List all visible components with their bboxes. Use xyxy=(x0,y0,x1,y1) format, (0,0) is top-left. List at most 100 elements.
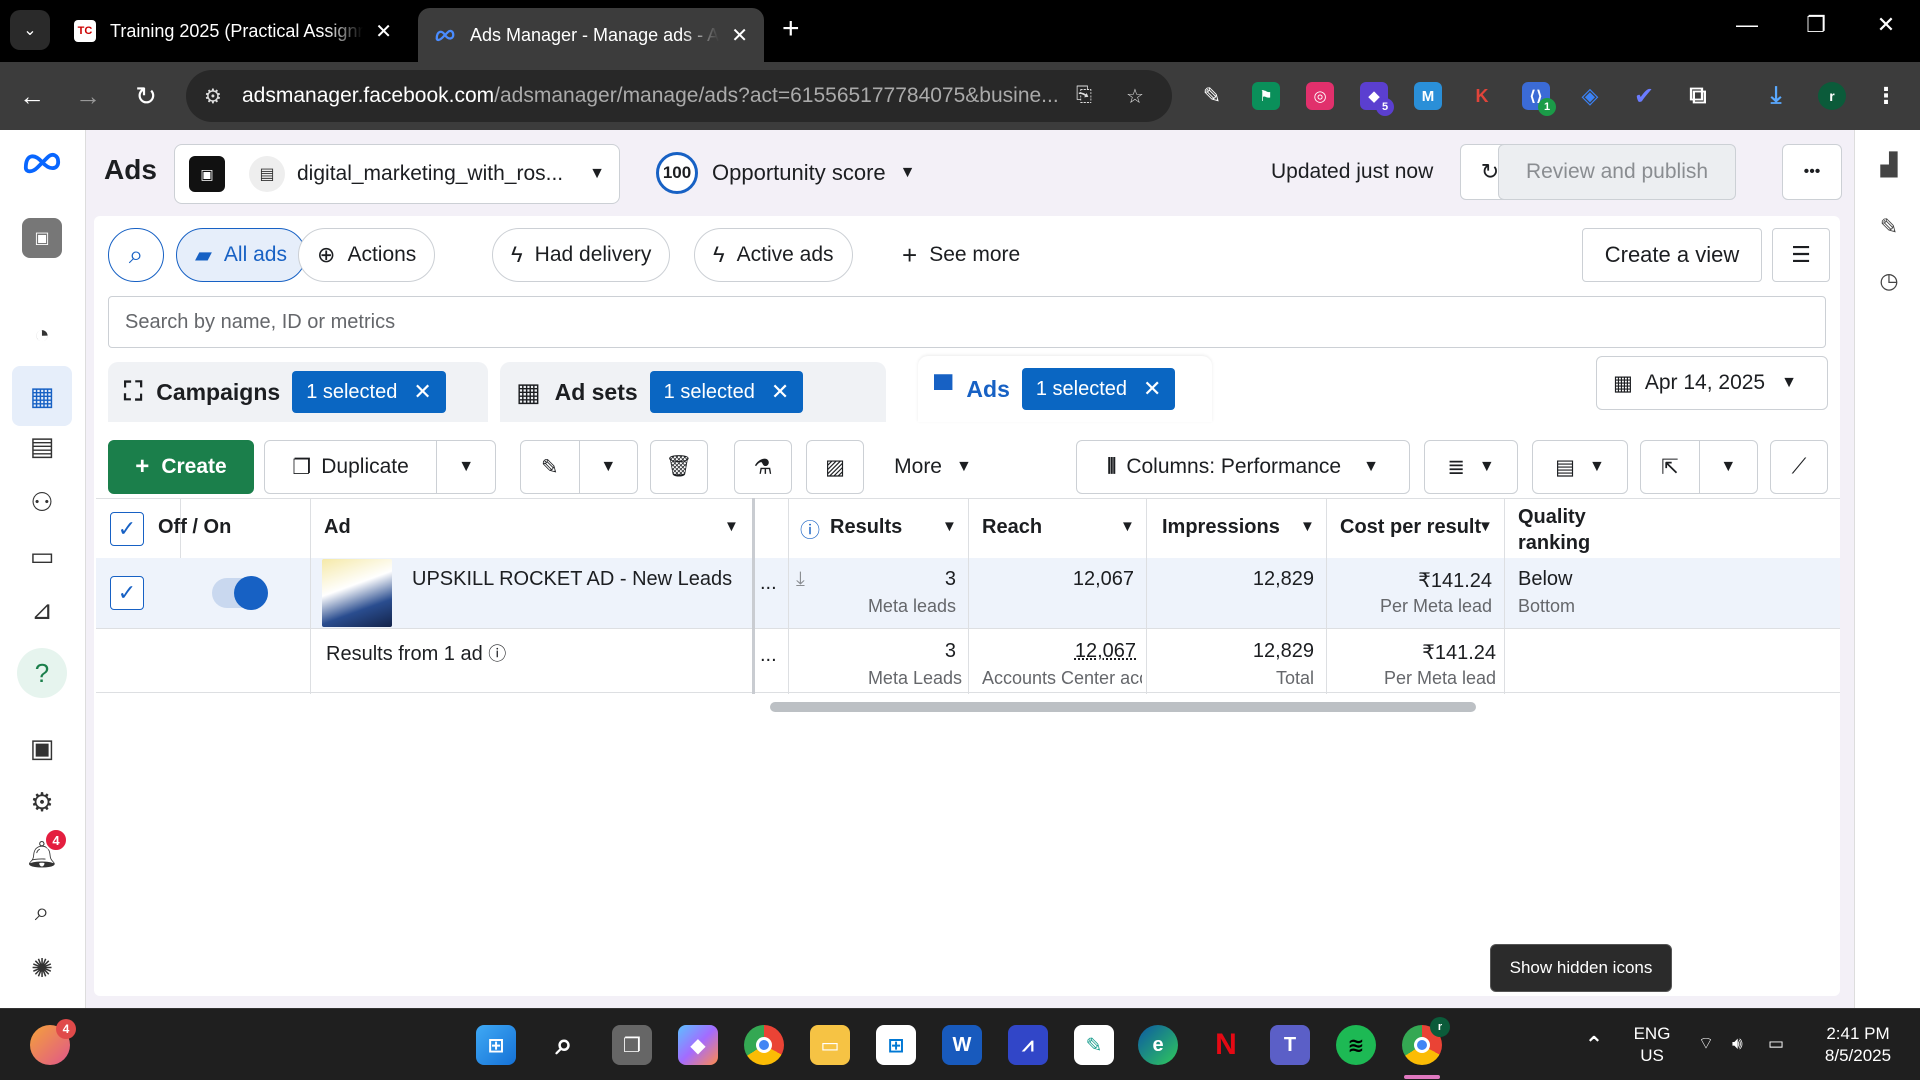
copilot-app-icon[interactable]: ◆ xyxy=(678,1025,718,1065)
media-button[interactable]: ▨ xyxy=(806,440,864,494)
col-header-results[interactable]: Results xyxy=(830,516,902,539)
browser-menu-icon[interactable]: ⋮ xyxy=(1872,82,1900,110)
ad-thumbnail[interactable] xyxy=(322,559,392,627)
summary-reach-value[interactable]: 12,067 xyxy=(976,640,1136,663)
teams-icon[interactable]: T xyxy=(1270,1025,1310,1065)
breakdown-dropdown[interactable]: ≣ ▼ xyxy=(1424,440,1518,494)
profile-avatar[interactable]: r xyxy=(1818,82,1846,110)
browser-tab-ads-manager[interactable]: Ads Manager - Manage ads - A ✕ xyxy=(418,8,764,62)
caret-down-icon[interactable]: ▼ xyxy=(1120,518,1135,535)
chrome-icon[interactable] xyxy=(744,1025,784,1065)
columns-dropdown[interactable]: ⦀ Columns: Performance ▼ xyxy=(1076,440,1410,494)
language-indicator[interactable]: ENG US xyxy=(1626,1023,1678,1067)
browser-tab-training[interactable]: TC Training 2025 (Practical Assignm ✕ xyxy=(58,8,408,54)
minimize-icon[interactable]: — xyxy=(1727,12,1767,38)
adsets-selected-chip[interactable]: 1 selected ✕ xyxy=(649,371,804,413)
bug-report-icon[interactable]: ✺ xyxy=(22,948,62,988)
meta-logo-icon[interactable] xyxy=(22,142,62,182)
history-clock-icon[interactable]: ◷ xyxy=(1875,268,1903,294)
info-icon[interactable]: ⓘ xyxy=(488,644,506,664)
campaigns-table-icon[interactable]: ▦ xyxy=(12,366,72,426)
clear-selection-icon[interactable]: ✕ xyxy=(1143,376,1161,402)
reports-icon[interactable]: ▤ xyxy=(22,426,62,466)
pages-icon[interactable]: ▣ xyxy=(22,728,62,768)
more-button[interactable]: More ▼ xyxy=(878,440,988,494)
back-icon[interactable]: ← xyxy=(14,80,50,112)
m-extension-icon[interactable]: M xyxy=(1414,82,1442,110)
pencil-icon[interactable]: ✎ xyxy=(1875,214,1903,240)
see-more-button[interactable]: + See more xyxy=(884,228,1039,282)
account-avatar-icon[interactable]: ▣ xyxy=(22,218,62,258)
col-header-reach[interactable]: Reach xyxy=(982,516,1042,539)
extensions-puzzle-icon[interactable]: ⧉ xyxy=(1684,82,1712,110)
charts-button[interactable]: ⟋ xyxy=(1770,440,1828,494)
row-checkbox[interactable]: ✓ xyxy=(110,576,144,610)
had-delivery-filter[interactable]: ϟ Had delivery xyxy=(492,228,671,282)
filter-settings-button[interactable]: ☰ xyxy=(1772,228,1830,282)
volume-icon[interactable]: 🔊︎ xyxy=(1732,1033,1743,1055)
tab-ad-sets[interactable]: ▦ Ad sets 1 selected ✕ xyxy=(500,362,886,422)
active-ads-filter[interactable]: ϟ Active ads xyxy=(694,228,853,282)
restore-icon[interactable]: ❐ xyxy=(1796,12,1836,38)
export-button[interactable]: ⇱ xyxy=(1641,441,1699,493)
tab-search-chevron-icon[interactable]: ⌄ xyxy=(10,10,50,50)
search-icon[interactable]: ⌕ xyxy=(22,892,62,932)
forward-icon[interactable]: → xyxy=(70,80,106,112)
download-icon[interactable]: ⤓ xyxy=(1762,82,1790,110)
address-bar[interactable]: ⚙ adsmanager.facebook.com/adsmanager/man… xyxy=(186,70,1172,122)
more-options-button[interactable]: ••• xyxy=(1782,144,1842,200)
close-window-icon[interactable]: ✕ xyxy=(1866,12,1906,38)
edit-dropdown[interactable]: ▼ xyxy=(579,441,637,493)
clock[interactable]: 2:41 PM 8/5/2025 xyxy=(1816,1023,1900,1067)
horizontal-scrollbar[interactable] xyxy=(770,702,1476,712)
green-extension-icon[interactable]: ⚑ xyxy=(1252,82,1280,110)
duplicate-button[interactable]: ❐ Duplicate xyxy=(265,441,436,493)
code-extension-icon[interactable]: ⟨⟩ 1 xyxy=(1522,82,1556,116)
caret-down-icon[interactable]: ▼ xyxy=(724,518,739,535)
math-app-icon[interactable]: ⩘ xyxy=(1008,1025,1048,1065)
create-button[interactable]: + Create xyxy=(108,440,254,494)
create-view-button[interactable]: Create a view xyxy=(1582,228,1762,282)
review-and-publish-button[interactable]: Review and publish xyxy=(1498,144,1736,200)
close-tab-icon[interactable]: ✕ xyxy=(731,23,748,48)
ab-test-button[interactable]: ⚗ xyxy=(734,440,792,494)
notifications-bell-icon[interactable]: 🔔︎ 4 xyxy=(22,828,68,874)
ad-on-off-toggle[interactable] xyxy=(212,576,268,610)
k-extension-icon[interactable]: K xyxy=(1468,82,1496,110)
eyedropper-extension-icon[interactable]: ✎ xyxy=(1198,82,1226,110)
duplicate-dropdown[interactable]: ▼ xyxy=(437,441,495,493)
close-tab-icon[interactable]: ✕ xyxy=(375,19,392,44)
audiences-icon[interactable]: ⚇ xyxy=(22,482,62,522)
col-header-impressions[interactable]: Impressions xyxy=(1162,516,1280,539)
select-all-checkbox[interactable]: ✓ xyxy=(110,512,144,546)
account-selector[interactable]: ▣ ▤ digital_marketing_with_ros... ▼ xyxy=(174,144,620,204)
check-extension-icon[interactable]: ✔ xyxy=(1630,82,1658,110)
bar-chart-icon[interactable]: ▟ xyxy=(1875,152,1903,178)
task-view-icon[interactable]: ❐ xyxy=(612,1025,652,1065)
help-icon[interactable]: ? xyxy=(17,648,67,698)
microsoft-store-icon[interactable]: ⊞ xyxy=(876,1025,916,1065)
edit-button[interactable]: ✎ xyxy=(521,441,579,493)
caret-down-icon[interactable]: ▼ xyxy=(1300,518,1315,535)
install-app-icon[interactable]: ⎘ xyxy=(1076,84,1092,107)
actions-filter[interactable]: ⊕ Actions xyxy=(298,228,436,282)
export-dropdown[interactable]: ▼ xyxy=(1699,441,1757,493)
tab-campaigns[interactable]: ⛶ Campaigns 1 selected ✕ xyxy=(108,362,488,422)
all-ads-filter[interactable]: ▰ All ads xyxy=(176,228,306,282)
ads-selected-chip[interactable]: 1 selected ✕ xyxy=(1021,368,1176,410)
opportunity-score-button[interactable]: 100 Opportunity score ▼ xyxy=(656,152,915,194)
netflix-icon[interactable]: N xyxy=(1206,1025,1246,1065)
clear-selection-icon[interactable]: ✕ xyxy=(413,379,431,405)
search-input[interactable]: Search by name, ID or metrics xyxy=(108,296,1826,348)
tag-extension-icon[interactable]: ◈ xyxy=(1576,82,1604,110)
search-toggle-button[interactable]: ⌕ xyxy=(108,228,164,282)
site-info-icon[interactable]: ⚙ xyxy=(204,84,222,109)
delete-button[interactable]: 🗑︎ xyxy=(650,440,708,494)
show-hidden-icons-chevron[interactable]: ⌃ xyxy=(1574,1025,1614,1065)
chrome-profile-icon[interactable]: r xyxy=(1402,1017,1450,1065)
battery-icon[interactable]: ▭ xyxy=(1768,1033,1784,1055)
whiteboard-icon[interactable]: ✎ xyxy=(1074,1025,1114,1065)
date-range-picker[interactable]: ▦ Apr 14, 2025 ▼ xyxy=(1596,356,1828,410)
col-header-quality-ranking[interactable]: Quality ranking xyxy=(1518,504,1590,556)
wifi-icon[interactable]: ⌔ xyxy=(1698,1033,1714,1055)
